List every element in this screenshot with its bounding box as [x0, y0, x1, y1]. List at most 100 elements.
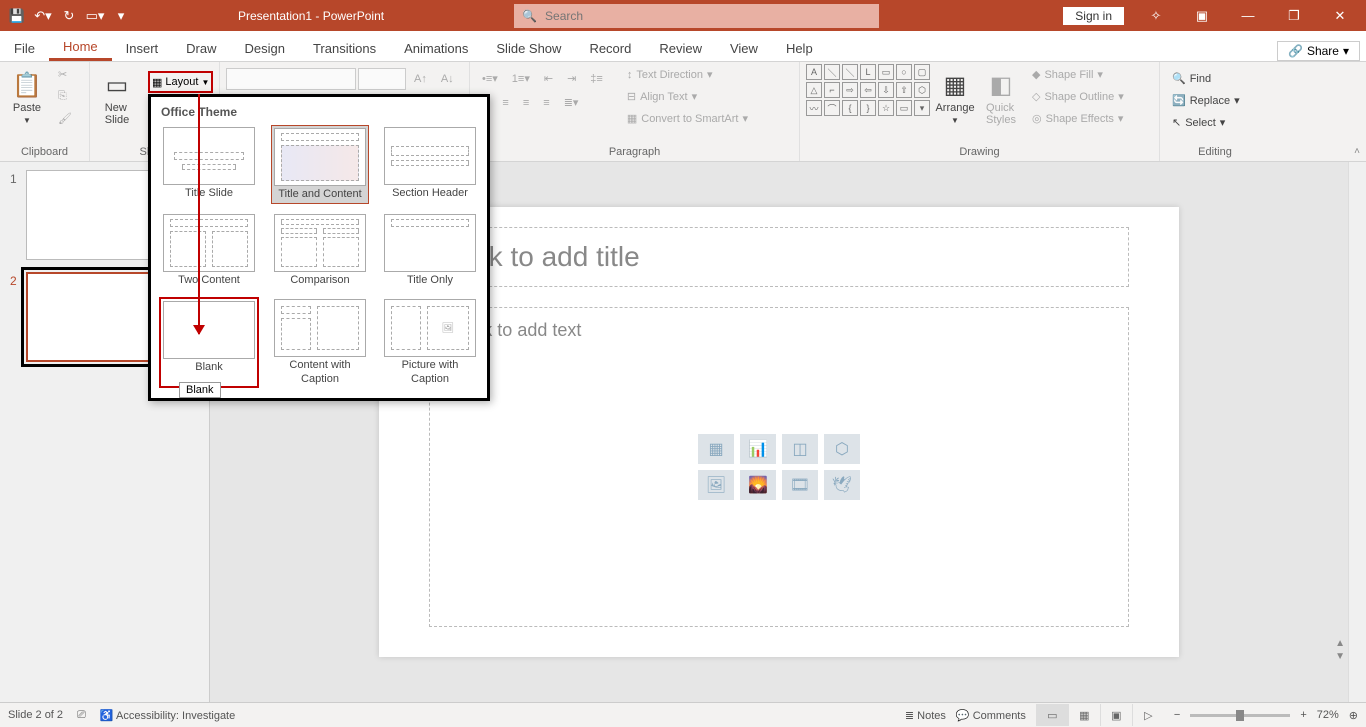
tab-transitions[interactable]: Transitions [299, 35, 390, 61]
minimize-icon[interactable]: ― [1226, 0, 1270, 31]
align-center-button[interactable]: ≡ [496, 92, 514, 113]
save-icon[interactable]: 💾 [6, 5, 28, 27]
search-box[interactable]: 🔍 [514, 4, 879, 28]
quick-styles-button[interactable]: ◧Quick Styles [980, 64, 1022, 132]
arrange-button[interactable]: ▦Arrange▼ [934, 64, 976, 132]
insert-icon-icon[interactable]: 🕊 [824, 470, 860, 500]
replace-button[interactable]: 🔄 Replace ▾ [1166, 90, 1246, 111]
shape-arrow-r-icon[interactable]: ⇨ [842, 82, 858, 98]
search-input[interactable] [545, 9, 871, 23]
shape-callout-icon[interactable]: ▭ [896, 100, 912, 116]
slide-counter[interactable]: Slide 2 of 2 [8, 709, 63, 721]
convert-smartart-button[interactable]: ▦ Convert to SmartArt ▾ [621, 108, 754, 129]
line-spacing-button[interactable]: ‡≡ [584, 68, 609, 89]
insert-smartart-icon[interactable]: ◫ [782, 434, 818, 464]
shape-elbow-icon[interactable]: ⌐ [824, 82, 840, 98]
shape-outline-button[interactable]: ◇ Shape Outline ▾ [1026, 86, 1130, 107]
bullets-button[interactable]: •≡▾ [476, 68, 504, 89]
decrease-indent-button[interactable]: ⇤ [538, 68, 559, 89]
font-size-combo[interactable] [358, 68, 406, 90]
ribbon-display-icon[interactable]: ▣ [1180, 0, 1224, 31]
shape-arrow-u-icon[interactable]: ⇧ [896, 82, 912, 98]
cut-button[interactable]: ✂ [52, 64, 78, 85]
reading-view-button[interactable]: ▣ [1100, 704, 1132, 726]
accessibility-status[interactable]: ♿ Accessibility: Investigate [100, 709, 235, 722]
layout-comparison[interactable]: Comparison [271, 212, 369, 289]
slideshow-from-start-icon[interactable]: ▭▾ [84, 5, 106, 27]
shape-line2-icon[interactable]: ＼ [842, 64, 858, 80]
next-slide-icon[interactable]: ▼ [1335, 651, 1345, 662]
vertical-scrollbar[interactable] [1348, 162, 1366, 702]
numbering-button[interactable]: 1≡▾ [506, 68, 536, 89]
zoom-in-button[interactable]: + [1300, 709, 1306, 721]
shape-oval-icon[interactable]: ○ [896, 64, 912, 80]
columns-button[interactable]: ≣▾ [558, 92, 585, 113]
qat-customize-icon[interactable]: ▾ [110, 5, 132, 27]
layout-title-slide[interactable]: Title Slide [159, 125, 259, 204]
insert-3d-icon[interactable]: ⬡ [824, 434, 860, 464]
layout-button[interactable]: ▦ Layout ▼ [148, 71, 213, 93]
insert-table-icon[interactable]: ▦ [698, 434, 734, 464]
format-painter-button[interactable]: 🖌 [52, 108, 78, 129]
tab-record[interactable]: Record [575, 35, 645, 61]
slide-sorter-button[interactable]: ▦ [1068, 704, 1100, 726]
font-name-combo[interactable] [226, 68, 356, 90]
layout-title-and-content[interactable]: Title and Content [271, 125, 369, 204]
shape-brace-icon[interactable]: { [842, 100, 858, 116]
normal-view-button[interactable]: ▭ [1036, 704, 1068, 726]
coming-soon-icon[interactable]: ✧ [1134, 0, 1178, 31]
shape-triangle-icon[interactable]: △ [806, 82, 822, 98]
layout-blank[interactable]: Blank Blank [159, 297, 259, 387]
layout-title-only[interactable]: Title Only [381, 212, 479, 289]
new-slide-button[interactable]: ▭New Slide [96, 64, 138, 132]
tab-animations[interactable]: Animations [390, 35, 482, 61]
zoom-out-button[interactable]: − [1174, 709, 1180, 721]
insert-picture-icon[interactable]: 🖼 [698, 470, 734, 500]
maximize-icon[interactable]: ❐ [1272, 0, 1316, 31]
content-placeholder[interactable]: • Click to add text ▦ 📊 ◫ ⬡ 🖼 🌄 🎞 🕊 [429, 307, 1129, 627]
tab-home[interactable]: Home [49, 33, 112, 61]
tab-file[interactable]: File [0, 35, 49, 61]
grow-font-button[interactable]: A↑ [408, 68, 433, 89]
increase-indent-button[interactable]: ⇥ [561, 68, 582, 89]
zoom-slider-thumb[interactable] [1236, 710, 1244, 721]
insert-chart-icon[interactable]: 📊 [740, 434, 776, 464]
zoom-level[interactable]: 72% [1317, 709, 1339, 721]
signin-button[interactable]: Sign in [1063, 7, 1124, 25]
shapes-more-icon[interactable]: ▾ [914, 100, 930, 116]
shape-line-icon[interactable]: ＼ [824, 64, 840, 80]
paste-button[interactable]: 📋Paste▼ [6, 64, 48, 132]
shape-brace2-icon[interactable]: } [860, 100, 876, 116]
fit-to-window-button[interactable]: ⊕ [1349, 709, 1358, 722]
tab-insert[interactable]: Insert [112, 35, 173, 61]
notes-button[interactable]: ≣ Notes [905, 709, 946, 722]
tab-review[interactable]: Review [645, 35, 716, 61]
shape-arc-icon[interactable]: ⌒ [824, 100, 840, 116]
redo-icon[interactable]: ↻ [58, 5, 80, 27]
align-right-button[interactable]: ≡ [517, 92, 535, 113]
slide-canvas[interactable]: Click to add title • Click to add text ▦… [379, 207, 1179, 657]
tab-help[interactable]: Help [772, 35, 827, 61]
close-icon[interactable]: ✕ [1318, 0, 1362, 31]
tab-draw[interactable]: Draw [172, 35, 230, 61]
layout-picture-with-caption[interactable]: 🖼 Picture with Caption [381, 297, 479, 387]
shape-effects-button[interactable]: ◎ Shape Effects ▾ [1026, 108, 1130, 129]
share-button[interactable]: 🔗 Share ▾ [1277, 41, 1360, 61]
tab-slideshow[interactable]: Slide Show [482, 35, 575, 61]
shape-arrow-l-icon[interactable]: ⇦ [860, 82, 876, 98]
copy-button[interactable]: ⎘ [52, 86, 78, 107]
slideshow-view-button[interactable]: ▷ [1132, 704, 1164, 726]
layout-two-content[interactable]: Two Content [159, 212, 259, 289]
insert-online-picture-icon[interactable]: 🌄 [740, 470, 776, 500]
justify-button[interactable]: ≡ [537, 92, 555, 113]
shapes-gallery[interactable]: A ＼ ＼ L ▭ ○ ▢ △ ⌐ ⇨ ⇦ ⇩ ⇧ ⬡ 〰 ⌒ { } ☆ ▭ [806, 64, 930, 116]
prev-slide-icon[interactable]: ▲ [1335, 638, 1345, 649]
shrink-font-button[interactable]: A↓ [435, 68, 460, 89]
find-button[interactable]: 🔍 Find [1166, 68, 1246, 89]
layout-section-header[interactable]: Section Header [381, 125, 479, 204]
insert-video-icon[interactable]: 🎞 [782, 470, 818, 500]
collapse-ribbon-icon[interactable]: ˄ [1354, 146, 1360, 157]
shape-textbox-icon[interactable]: A [806, 64, 822, 80]
layout-content-with-caption[interactable]: Content with Caption [271, 297, 369, 387]
shape-curve-icon[interactable]: 〰 [806, 100, 822, 116]
